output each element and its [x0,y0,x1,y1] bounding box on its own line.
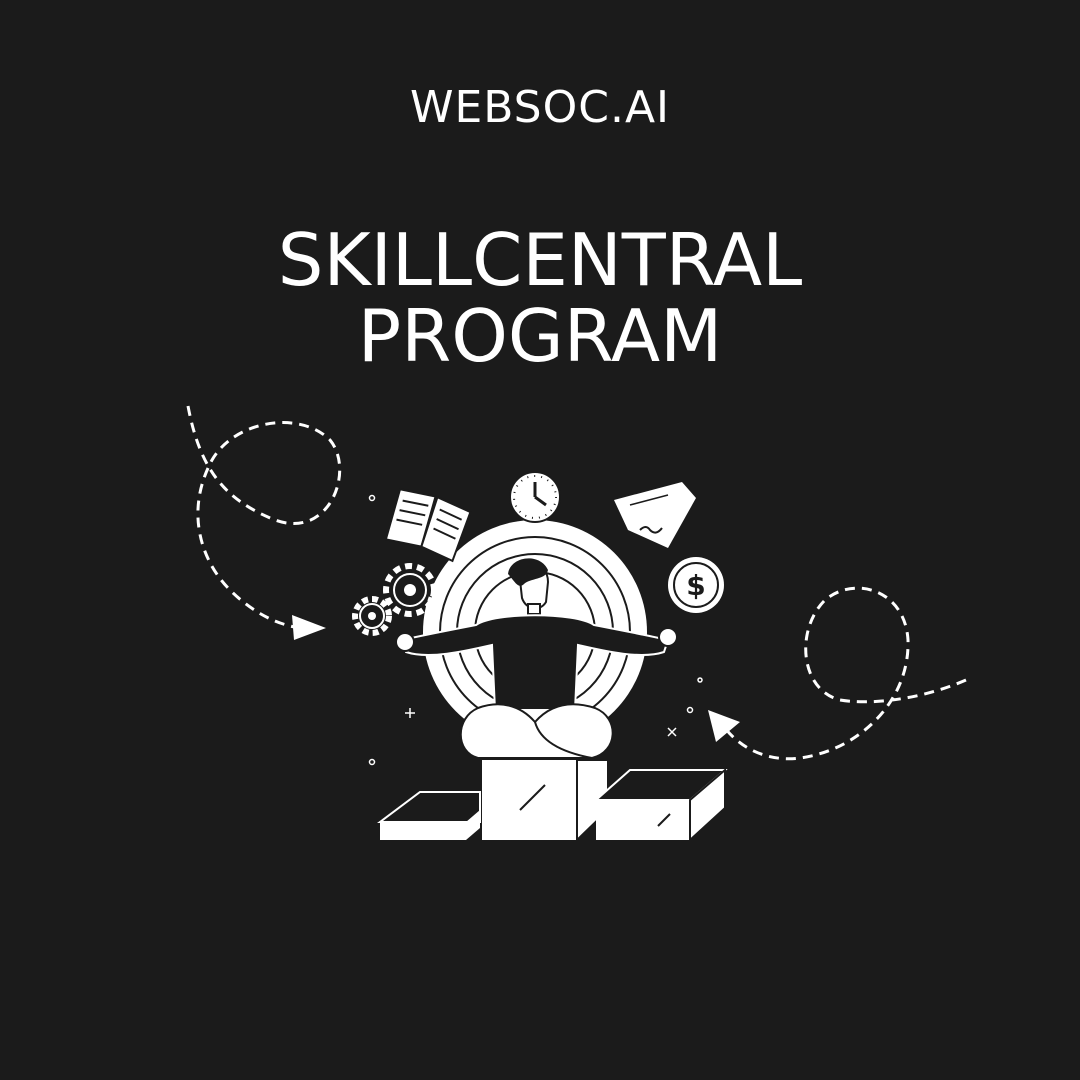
skills-illustration: $ [186,405,967,843]
document-icon [614,482,696,548]
gears-icon [352,563,437,636]
dollar-symbol: $ [686,569,705,602]
dashed-arrow-icon [186,405,342,640]
podium-icon [377,759,728,843]
open-book-icon [384,488,472,563]
dollar-coin-icon: $ [668,557,724,613]
dashed-arrow-icon [708,586,967,761]
clock-icon [509,471,561,523]
